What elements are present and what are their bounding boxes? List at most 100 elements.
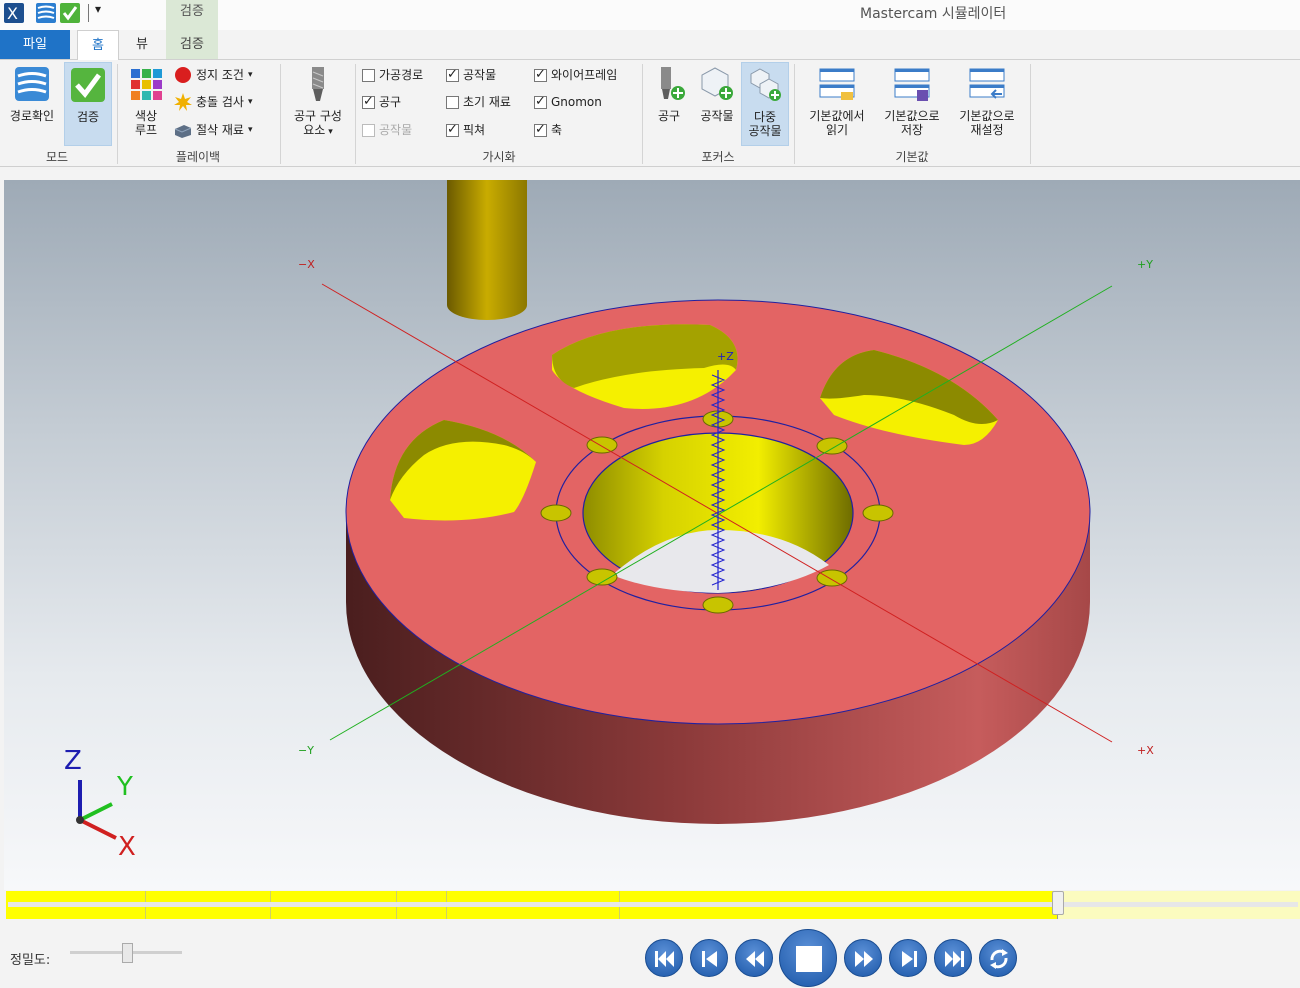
backplot-icon [15,67,49,101]
group-label-visibility: 가시화 [482,150,516,164]
backplot-quick-icon[interactable] [36,3,56,23]
workpiece-disabled-checkbox [362,123,375,137]
loop-button[interactable] [979,939,1017,977]
stop-conditions-button[interactable]: 정지 조건 ▾ [174,66,253,84]
mastercam-logo-icon[interactable]: X [4,3,24,23]
go-start-icon [655,951,674,967]
timeline-thumb[interactable] [1052,891,1064,915]
go-start-button[interactable] [645,939,683,977]
ribbon-tab-row: 파일 홈 뷰 검증 [0,30,1300,60]
focus-tool-label: 공구 [657,109,681,123]
backplot-button[interactable]: 경로확인 [4,62,60,123]
customize-quick-access-icon[interactable]: ▾ [95,2,101,16]
cut-stock-button[interactable]: 절삭 재료 ▾ [174,121,253,139]
simulation-viewport[interactable]: −X +Y +Z −Y +X Z Y X [4,180,1300,890]
verify-label: 검증 [76,110,100,124]
rewind-icon [746,951,764,967]
multi-workpiece-icon [750,68,781,101]
loop-icon [990,949,1008,969]
tool-checkbox[interactable] [362,93,375,111]
rewind-button[interactable] [735,939,773,977]
chevron-down-icon: ▾ [247,97,253,107]
save-defaults-button[interactable]: 기본값으로 저장 [876,62,948,137]
load-defaults-label-2: 읽기 [825,123,849,137]
focus-workpiece-button[interactable]: 공작물 [694,62,740,123]
wireframe-checkbox[interactable] [534,66,547,84]
chevron-down-icon: ▾ [247,70,253,80]
color-loop-label-1: 색상 [134,109,158,123]
toolpath-label: 가공경로 [379,68,424,82]
workpiece-checkbox[interactable] [446,66,459,84]
initial-stock-label: 초기 재료 [463,95,511,109]
tool-components-label-1: 공구 구성 [294,109,342,123]
group-separator [280,64,281,164]
workpiece-vis-label: 공작물 [463,68,497,82]
axis-label-pos-x: +X [1137,744,1154,757]
gnomon-checkbox[interactable] [534,93,547,111]
svg-text:X: X [7,4,18,23]
collision-check-button[interactable]: 충돌 검사 ▾ [174,93,253,111]
tab-file[interactable]: 파일 [0,30,70,59]
group-label-defaults: 기본값 [895,150,929,164]
checkbox-fixture[interactable]: 픽쳐 [446,121,485,139]
stop-conditions-icon [175,67,191,83]
tool-components-icon [312,67,324,101]
step-back-icon [702,951,717,967]
checkbox-gnomon[interactable]: Gnomon [534,93,602,111]
group-separator [1030,64,1031,164]
step-back-button[interactable] [690,939,728,977]
backplot-label: 경로확인 [9,109,55,123]
group-separator [794,64,795,164]
checkbox-initial-stock[interactable]: 초기 재료 [446,93,511,111]
group-label-focus: 포커스 [701,150,735,164]
axis-label-pos-z: +Z [717,350,734,363]
color-loop-icon [131,69,162,100]
axes-checkbox[interactable] [534,121,547,139]
tab-view[interactable]: 뷰 [122,30,162,59]
checkbox-toolpath[interactable]: 가공경로 [362,66,423,84]
reset-defaults-button[interactable]: 기본값으로 재설정 [950,62,1024,137]
go-end-button[interactable] [934,939,972,977]
step-forward-button[interactable] [889,939,927,977]
checkbox-workpiece[interactable]: 공작물 [446,66,496,84]
checkbox-tool[interactable]: 공구 [362,93,401,111]
go-end-icon [945,951,964,967]
ribbon: 경로확인 검증 모드 색상 루프 정지 조건 ▾ 충돌 검사 ▾ 절삭 재료 ▾… [0,60,1300,167]
gnomon-x-label: X [118,832,136,862]
verify-button[interactable]: 검증 [64,62,112,146]
checkbox-workpiece-disabled: 공작물 [362,121,412,139]
collision-check-icon [174,93,192,111]
verify-quick-icon[interactable] [60,3,80,23]
group-label-playback: 플레이백 [175,150,221,164]
load-defaults-button[interactable]: 기본값에서 읽기 [800,62,874,137]
fast-forward-icon [855,951,873,967]
stop-button[interactable] [779,929,837,987]
checkbox-wireframe[interactable]: 와이어프레임 [534,66,617,84]
gnomon-z-label: Z [64,746,82,776]
save-defaults-label-2: 저장 [900,123,924,137]
focus-multi-workpiece-button[interactable]: 다중 공작물 [741,62,789,146]
fixture-checkbox[interactable] [446,121,459,139]
multi-workpiece-label-2: 공작물 [748,124,782,138]
checkbox-axes[interactable]: 축 [534,121,562,139]
fast-forward-button[interactable] [844,939,882,977]
precision-slider-thumb[interactable] [122,943,133,963]
color-loop-label-2: 루프 [134,123,158,137]
focus-workpiece-icon [701,67,733,100]
part-render [76,180,1113,840]
simulation-timeline[interactable] [6,891,1300,919]
toolpath-checkbox[interactable] [362,68,375,82]
focus-workpiece-label: 공작물 [700,109,734,123]
context-tab-header: 검증 [166,0,218,30]
focus-tool-button[interactable]: 공구 [648,62,690,123]
initial-stock-checkbox[interactable] [446,95,459,109]
window-title: Mastercam 시뮬레이터 [860,6,1007,22]
save-defaults-icon [894,68,930,101]
tab-verify[interactable]: 검증 [166,30,218,59]
reset-defaults-label-2: 재설정 [970,123,1004,137]
color-loop-button[interactable]: 색상 루프 [124,62,168,137]
load-defaults-label-1: 기본값에서 [809,109,865,123]
tool-components-button[interactable]: 공구 구성 요소 ▾ [288,62,348,139]
chevron-down-icon: ▾ [325,127,333,137]
tab-home[interactable]: 홈 [77,30,119,60]
